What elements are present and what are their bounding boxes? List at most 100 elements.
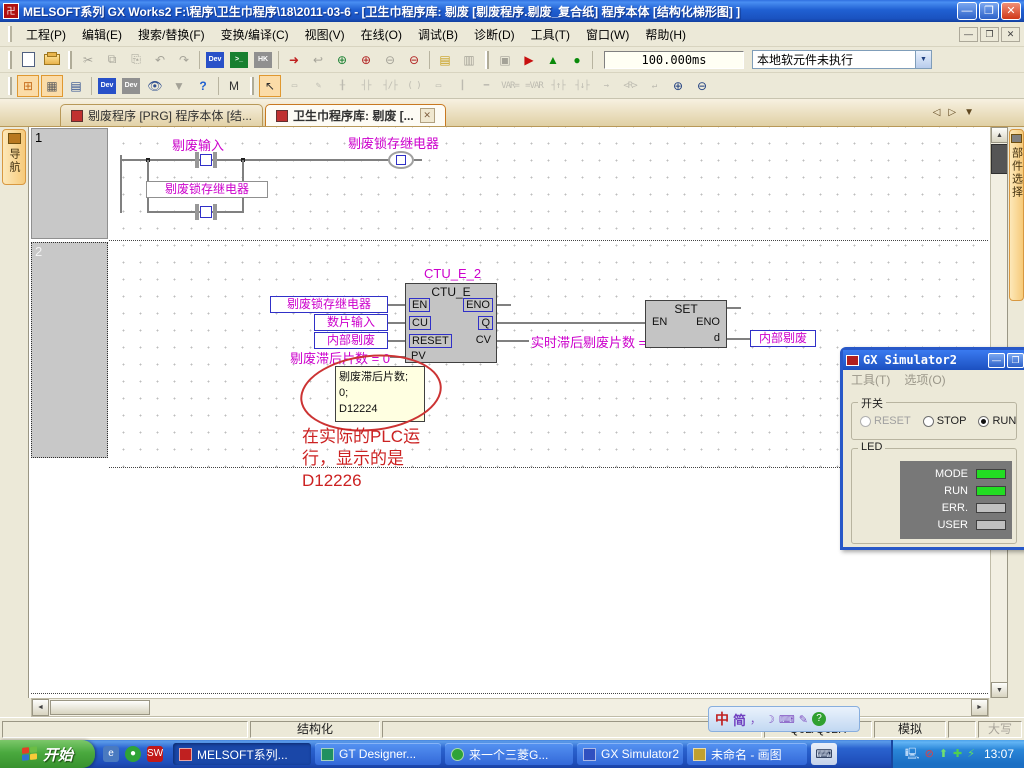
device-list-button[interactable]: ⊕	[355, 49, 377, 71]
menu-find-replace[interactable]: 搜索/替换(F)	[130, 23, 213, 46]
quicklaunch-browser-icon[interactable]: e	[103, 746, 119, 762]
en-operand-label[interactable]: 剔废锁存继电器	[270, 296, 388, 313]
vertical-scroll-thumb[interactable]	[991, 144, 1008, 174]
contact-tiaofei-input[interactable]	[195, 152, 217, 168]
task-browser[interactable]: 来一个三菱G...	[445, 743, 573, 765]
simulator-menu-options[interactable]: 选项(O)	[904, 371, 945, 388]
ime-fullhalf-icon[interactable]: ☽	[765, 713, 775, 726]
closed-contact-button[interactable]: ┤/├	[379, 75, 401, 97]
horizontal-line-button[interactable]: ━	[475, 75, 497, 97]
cu-operand-label[interactable]: 数片输入	[314, 314, 388, 331]
menu-help[interactable]: 帮助(H)	[637, 23, 694, 46]
jump-button[interactable]: ➜	[283, 49, 305, 71]
ime-tools-icon[interactable]: ✎	[799, 713, 808, 726]
horizontal-scroll-thumb[interactable]	[50, 700, 150, 715]
guided-mode-button[interactable]: ✎	[307, 75, 329, 97]
scroll-up-button[interactable]: ▲	[991, 127, 1008, 143]
open-project-button[interactable]	[41, 49, 63, 71]
ime-help-icon[interactable]: ?	[812, 712, 826, 726]
tab-program-body[interactable]: 剔废程序 [PRG] 程序本体 [结...	[60, 104, 263, 126]
restore-button[interactable]: ❐	[979, 2, 999, 20]
new-network-button[interactable]: ╂	[331, 75, 353, 97]
scroll-down-button[interactable]: ▼	[991, 682, 1008, 698]
output-window-button[interactable]: ▤	[65, 75, 87, 97]
paste-button[interactable]: ⎘	[125, 49, 147, 71]
mdi-restore-button[interactable]: ❐	[980, 27, 999, 42]
simulation-stop-button[interactable]: ▣	[494, 49, 516, 71]
ime-language-bar[interactable]: 中 简 ， ☽ ⌨ ✎ ?	[708, 706, 860, 732]
rising-pulse-button[interactable]: ┤↑├	[547, 75, 569, 97]
falling-pulse-button[interactable]: ┤↓├	[571, 75, 593, 97]
device-find-button[interactable]: Dev	[204, 49, 226, 71]
tray-disabled-icon[interactable]: ⊘	[925, 747, 934, 761]
reset-operand-label[interactable]: 内部剔废	[314, 332, 388, 349]
simulator-menu-tools[interactable]: 工具(T)	[851, 371, 890, 388]
task-melsoft[interactable]: MELSOFT系列...	[173, 743, 311, 765]
simulator-maximize-button[interactable]: ❐	[1007, 353, 1024, 368]
navigation-dock-tab[interactable]: 导航	[2, 129, 26, 185]
set-function-block[interactable]: SET EN ENO d	[645, 300, 727, 348]
ime-softkeyboard-icon[interactable]: ⌨	[779, 713, 795, 726]
select-mode-button[interactable]: ↖	[259, 75, 281, 97]
element-selection-dock-tab[interactable]: 部件选择	[1009, 129, 1024, 301]
display-format-button[interactable]: 👁	[144, 75, 166, 97]
undo-button[interactable]: ↶	[149, 49, 171, 71]
tray-update-icon[interactable]: ⬆	[939, 747, 948, 761]
tab-close-button[interactable]: ✕	[420, 108, 435, 123]
rung-1-margin[interactable]: 1	[31, 128, 108, 239]
device-display-button[interactable]: Dev	[120, 75, 142, 97]
menu-diagnostics[interactable]: 诊断(D)	[466, 23, 523, 46]
menu-window[interactable]: 窗口(W)	[578, 23, 637, 46]
task-gx-simulator[interactable]: GX Simulator2	[577, 743, 683, 765]
redo-button[interactable]: ↷	[173, 49, 195, 71]
quicklaunch-sw-icon[interactable]: SW	[147, 746, 163, 762]
tray-shield-icon[interactable]: ⚡	[967, 747, 975, 761]
radio-stop[interactable]: STOP	[923, 415, 967, 427]
simulator-minimize-button[interactable]: —	[988, 353, 1005, 368]
scroll-left-button[interactable]: ◄	[32, 699, 49, 716]
cross-reference-button[interactable]: ⊕	[331, 49, 353, 71]
minimize-button[interactable]: —	[957, 2, 977, 20]
tab-list-button[interactable]: ▼	[964, 107, 974, 118]
menu-debug[interactable]: 调试(B)	[410, 23, 466, 46]
combo-dropdown-icon[interactable]: ▼	[915, 51, 931, 68]
simulation-start-button[interactable]: ▶	[518, 49, 540, 71]
ime-simplified-icon[interactable]: 简	[733, 710, 746, 729]
coil-button[interactable]: ( )	[403, 75, 425, 97]
tray-network-icon[interactable]: 🖳	[905, 747, 920, 761]
coil-latch-relay[interactable]	[388, 151, 414, 169]
tab-scroll-right-button[interactable]: ▷	[948, 107, 956, 118]
zoom-in-button[interactable]: ⊕	[667, 75, 689, 97]
element-selection-window-button[interactable]: ▦	[41, 75, 63, 97]
screen-find-button[interactable]: >_	[228, 49, 250, 71]
jump-label-button[interactable]: →	[595, 75, 617, 97]
close-button[interactable]: ✕	[1001, 2, 1021, 20]
function-block-button[interactable]: ▭	[427, 75, 449, 97]
menu-project[interactable]: 工程(P)	[18, 23, 74, 46]
ime-chinese-icon[interactable]: 中	[715, 709, 729, 729]
rung-2-margin[interactable]: 2	[31, 242, 108, 458]
return-button[interactable]: <R>	[619, 75, 641, 97]
tray-antivirus-icon[interactable]: ✚	[953, 747, 962, 761]
start-button[interactable]: 开始	[0, 740, 95, 768]
comment-button[interactable]: ▤	[434, 49, 456, 71]
copy-button[interactable]: ⧉	[101, 49, 123, 71]
navigation-window-button[interactable]: ⊞	[17, 75, 39, 97]
device-comment-display-button[interactable]: Dev	[96, 75, 118, 97]
taskbar-keyboard-button[interactable]: ⌨	[811, 743, 837, 765]
menu-edit[interactable]: 编辑(E)	[74, 23, 130, 46]
cv-operand-label[interactable]: 实时滞后剔废片数 = 0	[531, 332, 657, 351]
mdi-close-button[interactable]: ✕	[1001, 27, 1020, 42]
zoom-select-button[interactable]: ▼	[168, 75, 190, 97]
tab-scroll-left-button[interactable]: ◁	[933, 107, 941, 118]
open-contact-button[interactable]: ┤├	[355, 75, 377, 97]
line-return-button[interactable]: ↵	[643, 75, 665, 97]
contact-coil-find-button[interactable]: HK	[252, 49, 274, 71]
mdi-minimize-button[interactable]: —	[959, 27, 978, 42]
tab-library-tiaofei[interactable]: 卫生巾程序库: 剔废 [... ✕	[265, 104, 446, 126]
cut-button[interactable]: ✂	[77, 49, 99, 71]
new-project-button[interactable]	[17, 49, 39, 71]
ctu-function-block[interactable]: CTU_E EN CU RESET PV ENO Q CV	[405, 283, 497, 363]
cross-reference-window-button[interactable]: ⊖	[379, 49, 401, 71]
scroll-right-button[interactable]: ►	[971, 699, 988, 716]
